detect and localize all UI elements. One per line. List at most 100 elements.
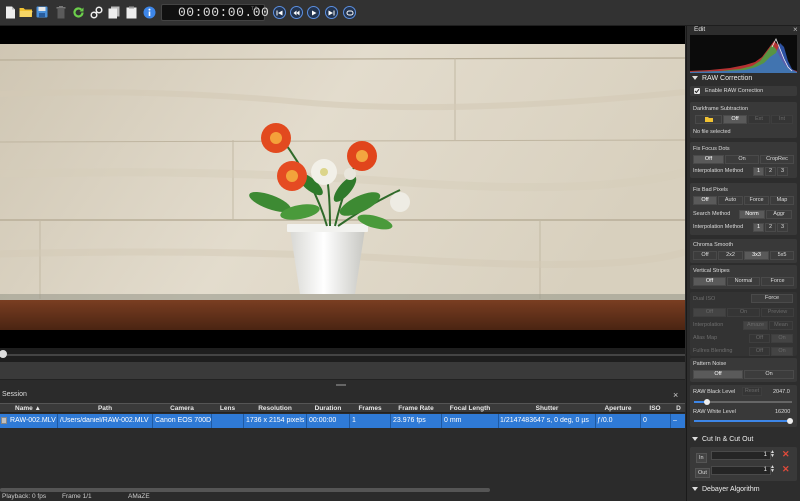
darkframe-no-file: No file selected — [693, 129, 731, 135]
alias-map-off[interactable]: Off — [749, 334, 770, 343]
delete-icon[interactable] — [54, 5, 68, 19]
new-file-icon[interactable] — [3, 5, 17, 19]
loop-button[interactable] — [343, 6, 356, 19]
session-close-icon[interactable]: × — [673, 390, 678, 400]
clipboard-icon[interactable] — [124, 5, 138, 19]
search-method-norm[interactable]: Norm — [739, 210, 765, 219]
info-icon[interactable] — [142, 5, 156, 19]
bad-pixels-interp-2[interactable]: 2 — [765, 223, 776, 232]
darkframe-off-option[interactable]: Off — [723, 115, 747, 124]
column-header-frame-rate[interactable]: Frame Rate — [391, 405, 441, 412]
edit-close-icon[interactable]: × — [793, 26, 798, 34]
bad-pixels-force-option[interactable]: Force — [744, 196, 769, 205]
fullres-blending-on[interactable]: On — [771, 347, 793, 356]
first-frame-button[interactable] — [273, 6, 286, 19]
chroma-smooth-card: Chroma Smooth Off 2x2 3x3 5x5 — [690, 239, 797, 263]
raw-black-level-handle[interactable] — [704, 399, 710, 405]
focus-dots-interp-3[interactable]: 3 — [777, 167, 788, 176]
vstripes-off-option[interactable]: Off — [693, 277, 726, 286]
chroma-3x3-option[interactable]: 3x3 — [744, 251, 769, 260]
scrubber-handle[interactable] — [0, 350, 7, 358]
timecode-display: 00:00:00.00 TC — [161, 4, 269, 21]
row-resolution: 1736 x 2154 pixels — [246, 417, 305, 424]
cut-out-clear-icon[interactable]: ✕ — [782, 464, 790, 475]
dual-iso-force-button[interactable]: Force — [751, 294, 793, 303]
raw-black-level-reset[interactable]: Reset — [742, 387, 762, 396]
fullres-blending-off[interactable]: Off — [749, 347, 770, 356]
column-header-duration[interactable]: Duration — [307, 405, 349, 412]
session-horizontal-scrollbar[interactable] — [0, 488, 490, 492]
session-table-header: Name ▲ Path Camera Lens Resolution Durat… — [0, 403, 685, 413]
debayer-header[interactable]: Debayer Algorithm — [692, 486, 796, 496]
column-header-camera[interactable]: Camera — [153, 405, 211, 412]
panel-splitter[interactable] — [0, 380, 685, 390]
interpolation-mean-option[interactable]: Mean — [769, 321, 793, 330]
cut-in-out-header[interactable]: Cut In & Cut Out — [692, 436, 796, 446]
video-viewer[interactable] — [0, 26, 685, 348]
link-icon[interactable] — [89, 5, 103, 19]
raw-white-level-handle[interactable] — [787, 418, 793, 424]
column-header-lens[interactable]: Lens — [212, 405, 243, 412]
bad-pixels-interp-1[interactable]: 1 — [753, 223, 764, 232]
dual-iso-label: Dual ISO — [693, 296, 716, 302]
focus-dots-off-option[interactable]: Off — [693, 155, 724, 164]
refresh-icon[interactable] — [71, 5, 85, 19]
column-header-resolution[interactable]: Resolution — [244, 405, 306, 412]
table-row[interactable]: RAW-002.MLV /Users/daniel/RAW-002.MLV Ca… — [0, 414, 685, 428]
column-header-path[interactable]: Path — [58, 405, 152, 412]
darkframe-ext-option[interactable]: Ext — [748, 115, 770, 124]
chroma-off-option[interactable]: Off — [693, 251, 717, 260]
copy-icon[interactable] — [107, 5, 121, 19]
chroma-2x2-option[interactable]: 2x2 — [718, 251, 743, 260]
search-method-aggr[interactable]: Aggr — [766, 210, 792, 219]
enable-raw-correction-checkbox[interactable] — [694, 88, 700, 94]
bad-pixels-off-option[interactable]: Off — [693, 196, 717, 205]
save-icon[interactable] — [35, 5, 49, 19]
darkframe-folder-button[interactable] — [695, 115, 722, 124]
column-header-d[interactable]: D — [672, 405, 685, 412]
bad-pixels-auto-option[interactable]: Auto — [718, 196, 743, 205]
alias-map-on[interactable]: On — [771, 334, 793, 343]
vstripes-force-option[interactable]: Force — [761, 277, 794, 286]
open-folder-icon[interactable] — [19, 5, 33, 19]
column-header-name[interactable]: Name ▲ — [0, 405, 56, 412]
vstripes-normal-option[interactable]: Normal — [727, 277, 760, 286]
splitter-grip[interactable] — [336, 384, 346, 386]
focus-dots-croprec-option[interactable]: CropRec — [760, 155, 794, 164]
cut-in-input[interactable]: 1 — [711, 451, 771, 460]
column-header-iso[interactable]: ISO — [641, 405, 669, 412]
timeline-scrubber[interactable] — [0, 348, 685, 362]
chroma-5x5-option[interactable]: 5x5 — [770, 251, 794, 260]
raw-white-level-fill — [694, 420, 790, 422]
row-duration: 00:00:00 — [309, 417, 337, 424]
next-frame-button[interactable] — [325, 6, 338, 19]
row-iso: 0 — [643, 417, 647, 424]
bad-pixels-map-option[interactable]: Map — [770, 196, 794, 205]
cut-in-stepper[interactable]: ▲ ▼ — [770, 450, 775, 459]
raw-correction-header[interactable]: RAW Correction — [692, 75, 796, 85]
column-header-aperture[interactable]: Aperture — [596, 405, 640, 412]
play-button[interactable] — [307, 6, 320, 19]
focus-dots-on-option[interactable]: On — [725, 155, 759, 164]
cut-in-clear-icon[interactable]: ✕ — [782, 449, 790, 460]
focus-dots-interp-1[interactable]: 1 — [753, 167, 764, 176]
dual-iso-off-option[interactable]: Off — [693, 308, 726, 317]
column-header-frames[interactable]: Frames — [350, 405, 390, 412]
column-header-focal-length[interactable]: Focal Length — [442, 405, 498, 412]
interpolation-amaze-option[interactable]: Amaze — [743, 321, 768, 330]
dual-iso-preview-option[interactable]: Preview — [761, 308, 794, 317]
focus-dots-interp-2[interactable]: 2 — [765, 167, 776, 176]
darkframe-int-option[interactable]: Int — [771, 115, 793, 124]
bad-pixels-interp-3[interactable]: 3 — [777, 223, 788, 232]
pattern-noise-on[interactable]: On — [744, 370, 794, 379]
column-header-shutter[interactable]: Shutter — [499, 405, 595, 412]
status-format: AMaZE — [128, 493, 150, 500]
cut-out-stepper[interactable]: ▲ ▼ — [770, 465, 775, 474]
dual-iso-on-option[interactable]: On — [727, 308, 760, 317]
pattern-noise-off[interactable]: Off — [693, 370, 743, 379]
previous-frame-button[interactable] — [290, 6, 303, 19]
cut-out-input[interactable]: 1 — [711, 466, 771, 475]
search-method-label: Search Method — [693, 211, 731, 217]
row-shutter: 1/2147483647 s, 0 deg, 0 µs — [500, 417, 589, 424]
timeline-bar[interactable] — [0, 362, 685, 380]
